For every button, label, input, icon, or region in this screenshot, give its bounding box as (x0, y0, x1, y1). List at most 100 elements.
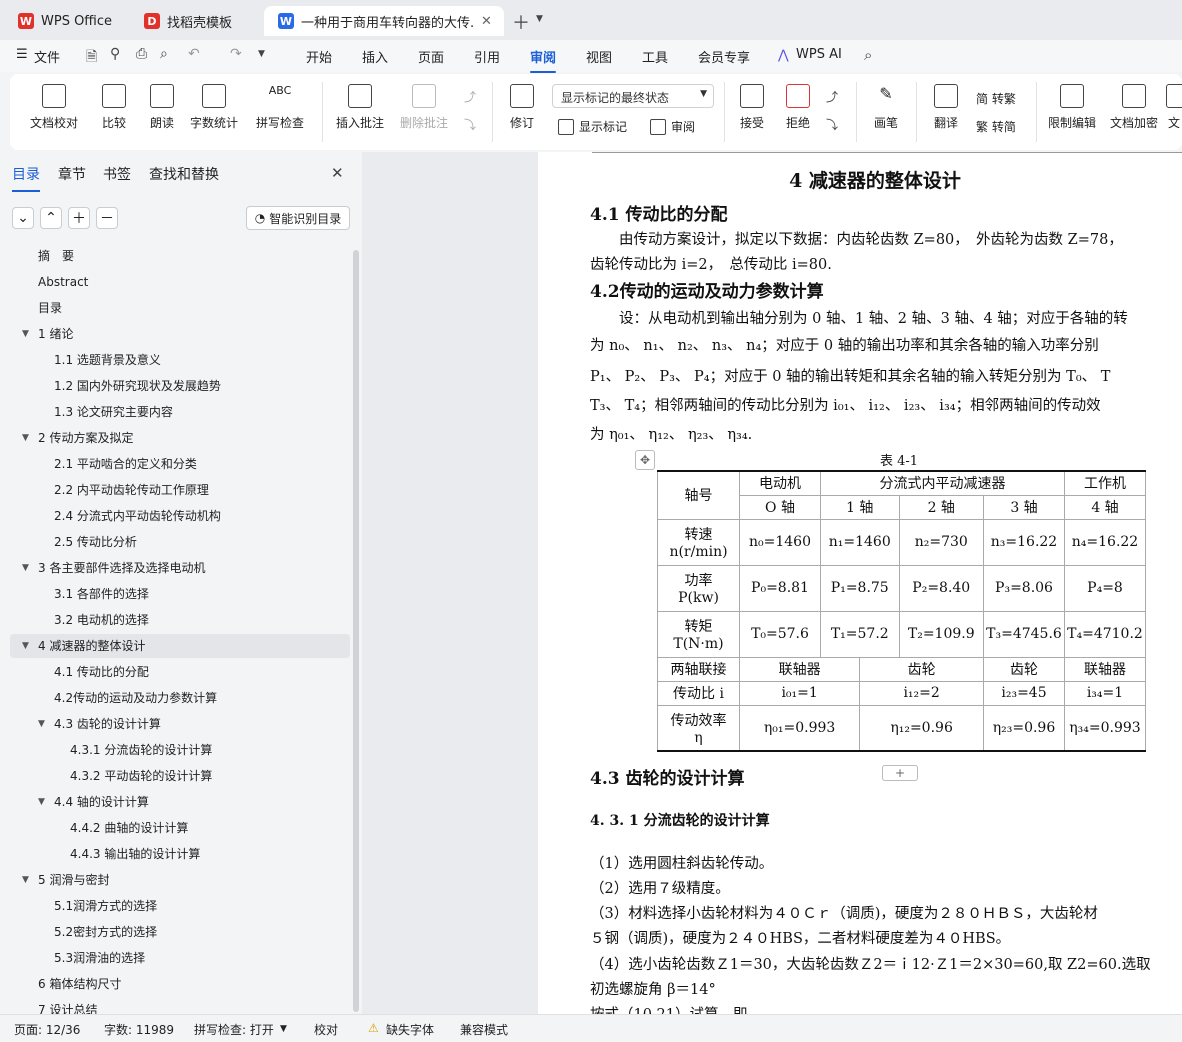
new-tab-icon[interactable]: ＋ (512, 9, 530, 35)
remove-heading-button[interactable]: － (96, 207, 118, 229)
save-icon[interactable]: 🗎 (86, 46, 97, 70)
toc-item[interactable]: 3.1 各部件的选择 (10, 582, 350, 606)
expand-down-button[interactable]: ⌄ (12, 207, 34, 229)
show-markup-button[interactable]: 显示标记 (558, 118, 627, 135)
toc-item[interactable]: 1.3 论文研究主要内容 (10, 400, 350, 424)
toc-item[interactable]: 5.2密封方式的选择 (10, 920, 350, 944)
print-icon[interactable]: ⎙ (136, 46, 147, 62)
toc-item[interactable]: 4.4.2 曲轴的设计计算 (10, 816, 350, 840)
toc-item[interactable]: 4.2传动的运动及动力参数计算 (10, 686, 350, 710)
menu-start[interactable]: 开始 (306, 47, 332, 66)
restrict-edit-button[interactable]: 限制编辑 (1044, 84, 1100, 131)
add-row-icon[interactable]: + (882, 765, 918, 781)
close-tab-icon[interactable]: ✕ (481, 14, 492, 29)
search-icon[interactable]: ⌕ (864, 46, 872, 64)
next-revision-icon[interactable]: ⤵ (826, 116, 838, 133)
toc-item[interactable]: ▼ 3 各主要部件选择及选择电动机 (10, 556, 350, 580)
chevron-down-icon[interactable]: ▼ (280, 1024, 287, 1034)
collapse-up-button[interactable]: ⌃ (40, 207, 62, 229)
toc-item[interactable]: Abstract (10, 270, 350, 294)
toc-item[interactable]: 5.1润滑方式的选择 (10, 894, 350, 918)
pen-button[interactable]: ✎ 画笔 (866, 84, 906, 131)
toc-scrollbar[interactable] (353, 250, 359, 1012)
more-chevron-icon[interactable]: ▼ (258, 49, 265, 59)
toc-item[interactable]: 2.4 分流式内平动齿轮传动机构 (10, 504, 350, 528)
menu-reference[interactable]: 引用 (474, 47, 500, 66)
compat-mode-status[interactable]: 兼容模式 (460, 1021, 508, 1038)
table-move-handle-icon[interactable]: ✥ (635, 450, 655, 470)
page-indicator[interactable]: 页面: 12/36 (14, 1021, 80, 1038)
expand-arrow-icon[interactable]: ▼ (38, 790, 45, 814)
toc-item[interactable]: ▼ 2 传动方案及拟定 (10, 426, 350, 450)
tab-document[interactable]: W 一种用于商用车转向器的大传... ✕ (264, 6, 504, 36)
delete-comment-button[interactable]: 删除批注 (394, 84, 454, 131)
menu-tools[interactable]: 工具 (642, 47, 668, 66)
reject-button[interactable]: 拒绝 (778, 84, 818, 131)
toc-item[interactable]: 2.1 平动啮合的定义和分类 (10, 452, 350, 476)
share-icon[interactable]: ⚲ (110, 46, 120, 62)
hamburger-icon[interactable]: ☰ (16, 47, 28, 62)
menu-insert[interactable]: 插入 (362, 47, 388, 66)
spell-check-button[interactable]: ABC 拼写检查 (248, 84, 312, 131)
more-ribbon-button[interactable]: 文 (1166, 84, 1182, 131)
print-preview-icon[interactable]: ⌕ (160, 46, 168, 62)
add-heading-button[interactable]: ＋ (68, 207, 90, 229)
tab-toc[interactable]: 目录 (12, 164, 40, 184)
menu-page[interactable]: 页面 (418, 47, 444, 66)
close-panel-icon[interactable]: ✕ (331, 164, 344, 182)
translate-button[interactable]: 翻译 (924, 84, 968, 131)
review-pane-button[interactable]: 审阅 (650, 118, 695, 135)
expand-arrow-icon[interactable]: ▼ (22, 426, 29, 450)
tab-templates[interactable]: D 找稻壳模板 (130, 6, 258, 36)
toc-item[interactable]: 1.1 选题背景及意义 (10, 348, 350, 372)
spell-check-status[interactable]: 拼写检查: 打开 (194, 1021, 274, 1038)
tab-find-replace[interactable]: 查找和替换 (149, 164, 219, 184)
menu-file[interactable]: 文件 (34, 47, 60, 66)
toc-item[interactable]: 4.3.2 平动齿轮的设计计算 (10, 764, 350, 788)
menu-review[interactable]: 审阅 (530, 47, 557, 73)
to-simplified-button[interactable]: 繁 转简 (976, 118, 1016, 135)
expand-arrow-icon[interactable]: ▼ (38, 712, 45, 736)
expand-arrow-icon[interactable]: ▼ (22, 868, 29, 892)
toc-item[interactable]: 2.2 内平动齿轮传动工作原理 (10, 478, 350, 502)
revise-button[interactable]: 修订 (502, 84, 542, 131)
missing-font-status[interactable]: 缺失字体 (386, 1021, 434, 1038)
doc-check-button[interactable]: 文档校对 (24, 84, 84, 131)
toc-item[interactable]: 摘 要 (10, 244, 350, 268)
toc-item[interactable]: 5.3润滑油的选择 (10, 946, 350, 970)
toc-item[interactable]: ▼ 4.3 齿轮的设计计算 (10, 712, 350, 736)
tab-bookmark[interactable]: 书签 (103, 164, 131, 184)
read-aloud-button[interactable]: 朗读 (144, 84, 180, 131)
toc-item[interactable]: 6 箱体结构尺寸 (10, 972, 350, 996)
toc-item[interactable]: ▼ 4 减速器的整体设计 (10, 634, 350, 658)
document-page[interactable]: 4 减速器的整体设计 4.1 传动比的分配 由传动方案设计，拟定以下数据：内齿轮… (538, 152, 1182, 1014)
toc-item[interactable]: ▼ 5 润滑与密封 (10, 868, 350, 892)
expand-arrow-icon[interactable]: ▼ (22, 634, 29, 658)
to-traditional-button[interactable]: 简 转繁 (976, 90, 1016, 107)
chevron-down-icon[interactable]: ▼ (536, 14, 543, 24)
tab-chapter[interactable]: 章节 (58, 164, 86, 184)
next-comment-icon[interactable]: ⤵ (464, 116, 476, 133)
menu-member[interactable]: 会员专享 (698, 47, 750, 66)
toc-item[interactable]: 4.3.1 分流齿轮的设计计算 (10, 738, 350, 762)
toc-item[interactable]: 4.4.3 输出轴的设计计算 (10, 842, 350, 866)
undo-icon[interactable]: ↶ (188, 46, 200, 62)
toc-item[interactable]: 1.2 国内外研究现状及发展趋势 (10, 374, 350, 398)
smart-toc-button[interactable]: ◔ 智能识别目录 (246, 206, 350, 230)
prev-revision-icon[interactable]: ⤴ (826, 88, 838, 105)
markup-select[interactable]: 显示标记的最终状态 ▼ (552, 84, 714, 108)
tab-wps-office[interactable]: W WPS Office (4, 6, 122, 36)
compare-button[interactable]: 比较 (94, 84, 134, 131)
menu-view[interactable]: 视图 (586, 47, 612, 66)
prev-comment-icon[interactable]: ⤴ (464, 88, 476, 105)
redo-icon[interactable]: ↷ (230, 46, 242, 62)
toc-item[interactable]: ▼ 4.4 轴的设计计算 (10, 790, 350, 814)
toc-item[interactable]: 2.5 传动比分析 (10, 530, 350, 554)
word-count-button[interactable]: 字数统计 (186, 84, 242, 131)
expand-arrow-icon[interactable]: ▼ (22, 322, 29, 346)
word-count-indicator[interactable]: 字数: 11989 (104, 1021, 174, 1038)
toc-item[interactable]: 目录 (10, 296, 350, 320)
menu-wps-ai[interactable]: WPS AI (796, 47, 842, 62)
toc-item[interactable]: 3.2 电动机的选择 (10, 608, 350, 632)
accept-button[interactable]: 接受 (732, 84, 772, 131)
